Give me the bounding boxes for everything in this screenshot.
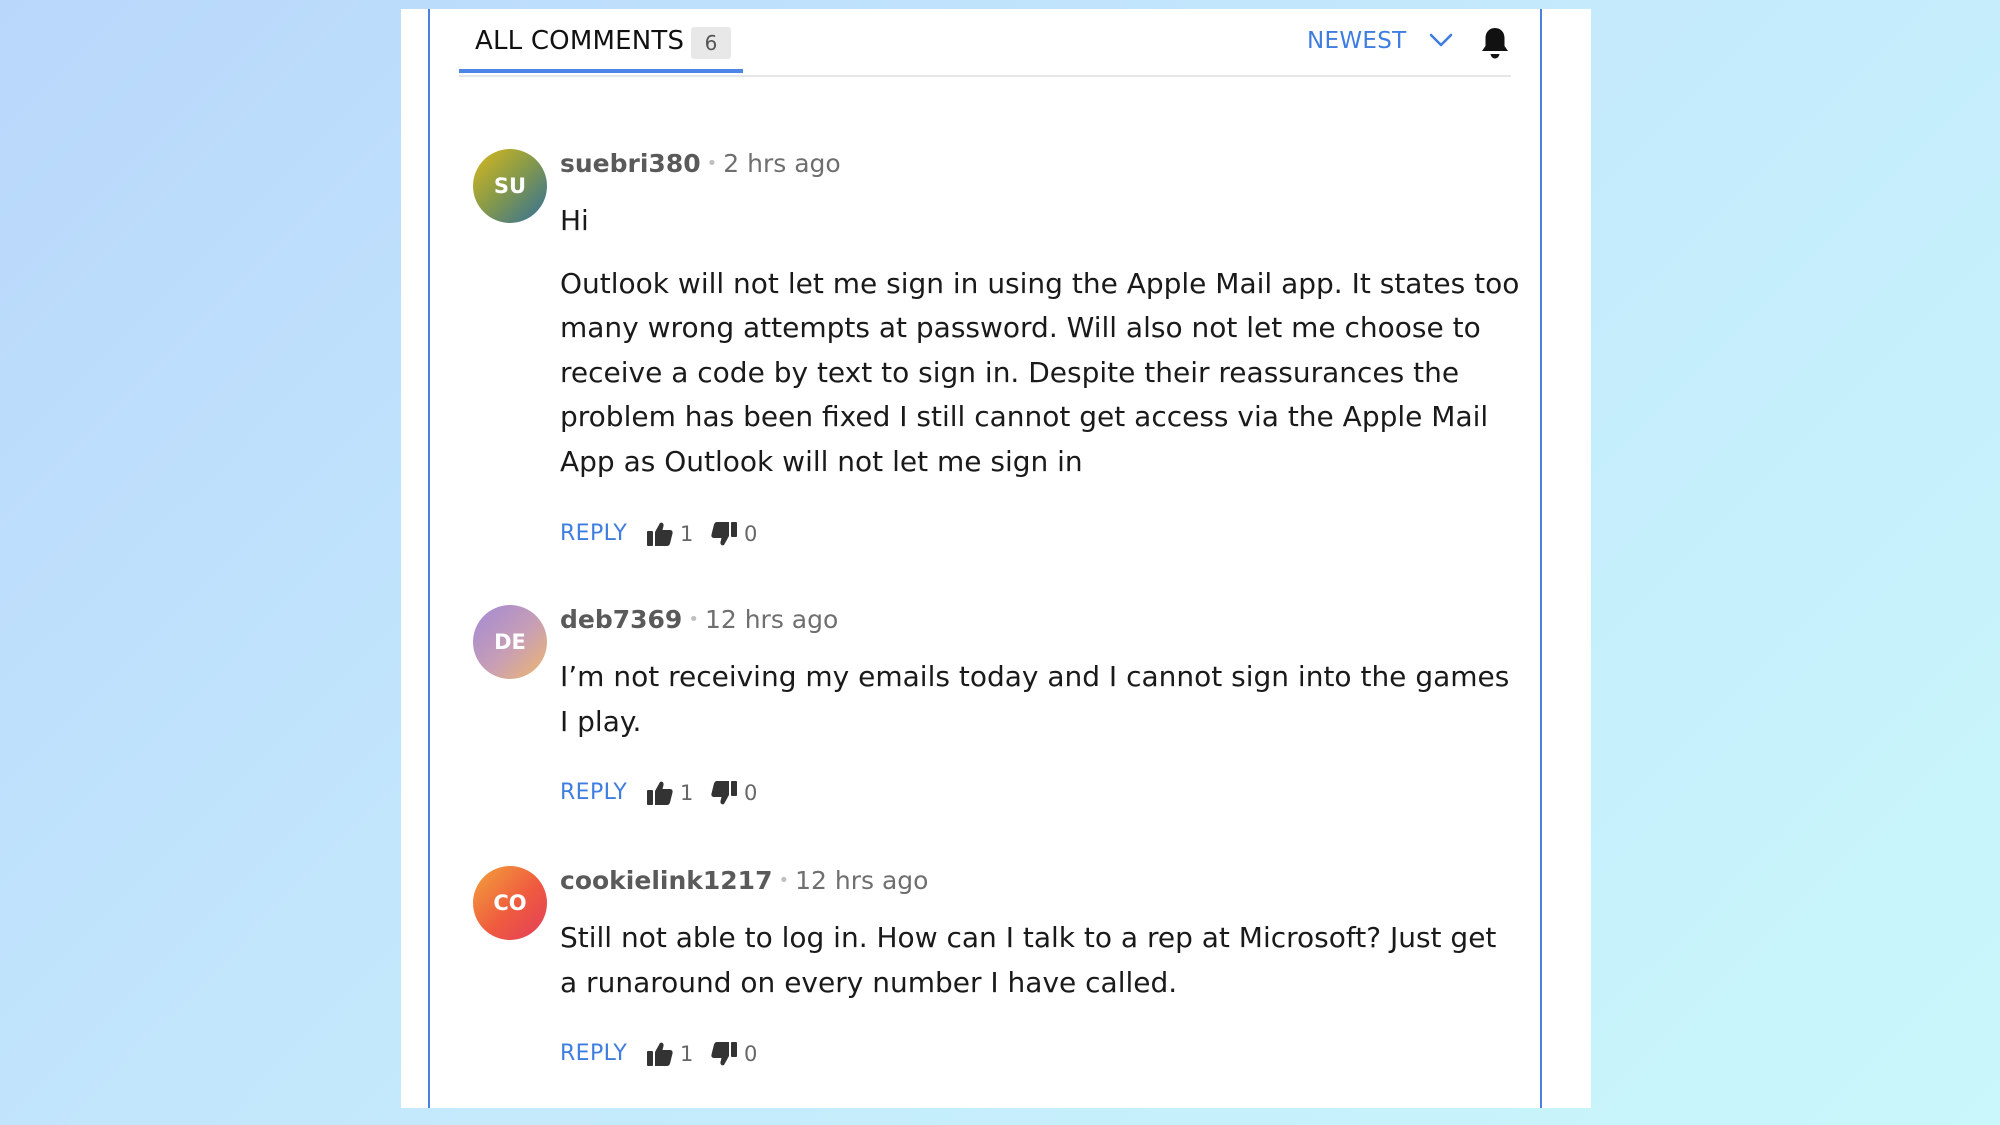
comment-username[interactable]: deb7369 <box>560 605 682 634</box>
thumbs-down-icon <box>711 522 737 546</box>
bell-icon[interactable] <box>1478 25 1512 61</box>
comment-timestamp: 12 hrs ago <box>704 605 839 634</box>
downvote-count: 0 <box>744 1042 758 1066</box>
thumbs-up-icon <box>647 522 673 546</box>
comment-paragraph: Hi <box>560 204 589 237</box>
comment-item: CO cookielink1217 • 12 hrs ago Still not a… <box>473 866 1533 1076</box>
comment-body: Still not able to log in. How can I talk… <box>560 916 1520 1005</box>
thumbs-up-icon <box>647 781 673 805</box>
comment-username[interactable]: suebri380 <box>560 149 701 178</box>
comment-paragraph: Outlook will not let me sign in using th… <box>560 266 1520 478</box>
upvote-count: 1 <box>680 781 694 805</box>
comment-timestamp: 12 hrs ago <box>795 866 929 895</box>
thumbs-down-icon <box>711 1042 737 1066</box>
comment-body: I’m not receiving my emails today and I … <box>560 655 1520 744</box>
comment-body: Hi Outlook will not let me sign in using… <box>560 199 1520 484</box>
avatar[interactable]: CO <box>473 866 547 940</box>
comment-count-badge: 6 <box>691 27 731 59</box>
reply-button[interactable]: REPLY <box>560 521 627 546</box>
upvote-button[interactable]: 1 <box>646 517 706 551</box>
downvote-count: 0 <box>744 781 758 805</box>
reply-button[interactable]: REPLY <box>560 1041 627 1066</box>
meta-separator: • <box>688 609 699 630</box>
meta-separator: • <box>706 153 718 174</box>
upvote-count: 1 <box>680 522 694 546</box>
thumbs-up-icon <box>647 1042 673 1066</box>
downvote-button[interactable]: 0 <box>710 1037 770 1071</box>
comment-meta: deb7369 • 12 hrs ago <box>560 605 838 641</box>
tab-all-comments-label: ALL COMMENTS <box>475 26 685 56</box>
reply-button[interactable]: REPLY <box>560 780 627 805</box>
panel-border-left <box>428 9 430 1108</box>
comment-meta: cookielink1217 • 12 hrs ago <box>560 866 928 902</box>
comments-header: ALL COMMENTS 6 NEWEST <box>459 9 1511 77</box>
thumbs-down-icon <box>711 781 737 805</box>
upvote-button[interactable]: 1 <box>646 776 706 810</box>
upvote-count: 1 <box>680 1042 694 1066</box>
comment-meta: suebri380 • 2 hrs ago <box>560 149 841 185</box>
downvote-button[interactable]: 0 <box>710 517 770 551</box>
comments-panel: ALL COMMENTS 6 NEWEST SU suebri380 • 2 hrs… <box>401 9 1591 1108</box>
comment-timestamp: 2 hrs ago <box>723 149 841 178</box>
avatar[interactable]: DE <box>473 605 547 679</box>
comment-username[interactable]: cookielink1217 <box>560 866 772 895</box>
avatar[interactable]: SU <box>473 149 547 223</box>
chevron-down-icon <box>1429 33 1453 47</box>
comment-paragraph: I’m not receiving my emails today and I … <box>560 660 1510 738</box>
panel-border-right <box>1540 9 1542 1108</box>
comment-item: DE deb7369 • 12 hrs ago I’m not receiving … <box>473 605 1533 815</box>
sort-label: NEWEST <box>1307 28 1407 54</box>
upvote-button[interactable]: 1 <box>646 1037 706 1071</box>
downvote-count: 0 <box>744 522 758 546</box>
downvote-button[interactable]: 0 <box>710 776 770 810</box>
comment-item: SU suebri380 • 2 hrs ago Hi Outlook will n… <box>473 149 1533 549</box>
meta-separator: • <box>778 870 790 891</box>
comment-paragraph: Still not able to log in. How can I talk… <box>560 921 1497 999</box>
tab-all-comments[interactable]: ALL COMMENTS 6 <box>459 9 743 73</box>
